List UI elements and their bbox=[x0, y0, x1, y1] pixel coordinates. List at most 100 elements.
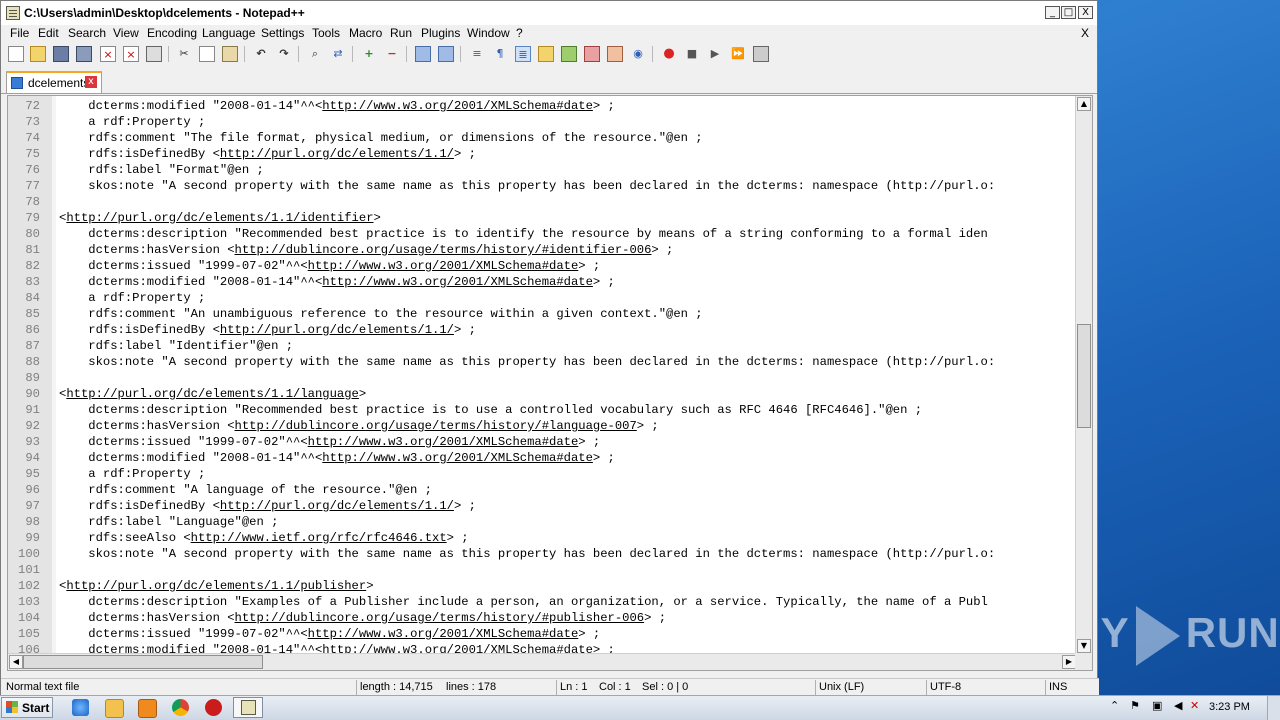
start-button[interactable]: Start bbox=[1, 697, 53, 718]
code-line[interactable]: 78 bbox=[8, 194, 1078, 210]
save-macro-icon[interactable] bbox=[753, 46, 769, 62]
code-line[interactable]: 103 dcterms:description "Examples of a P… bbox=[8, 594, 1078, 610]
code-line[interactable]: 87 rdfs:label "Identifier"@en ; bbox=[8, 338, 1078, 354]
code-line[interactable]: 83 dcterms:modified "2008-01-14"^^<http:… bbox=[8, 274, 1078, 290]
code-line[interactable]: 96 rdfs:comment "A language of the resou… bbox=[8, 482, 1078, 498]
code-line[interactable]: 85 rdfs:comment "An unambiguous referenc… bbox=[8, 306, 1078, 322]
code-line[interactable]: 84 a rdf:Property ; bbox=[8, 290, 1078, 306]
save-all-icon[interactable] bbox=[76, 46, 92, 62]
code-line[interactable]: 89 bbox=[8, 370, 1078, 386]
menu-language[interactable]: Language bbox=[202, 26, 255, 40]
record-macro-icon[interactable]: ● bbox=[661, 46, 677, 62]
hyperlink[interactable]: http://dublincore.org/usage/terms/histor… bbox=[235, 243, 652, 257]
document-map-icon[interactable] bbox=[561, 46, 577, 62]
run-macro-multiple-icon[interactable]: ⏩ bbox=[730, 46, 746, 62]
status-encoding[interactable]: UTF-8 bbox=[930, 681, 961, 693]
hyperlink[interactable]: http://purl.org/dc/elements/1.1/ bbox=[220, 323, 454, 337]
new-file-icon[interactable] bbox=[8, 46, 24, 62]
hyperlink[interactable]: http://www.w3.org/2001/XMLSchema#date bbox=[322, 451, 593, 465]
hyperlink[interactable]: http://www.w3.org/2001/XMLSchema#date bbox=[322, 275, 593, 289]
cut-icon[interactable]: ✂ bbox=[176, 46, 192, 62]
hyperlink[interactable]: http://dublincore.org/usage/terms/histor… bbox=[235, 419, 637, 433]
code-line[interactable]: 93 dcterms:issued "1999-07-02"^^<http://… bbox=[8, 434, 1078, 450]
code-line[interactable]: 75 rdfs:isDefinedBy <http://purl.org/dc/… bbox=[8, 146, 1078, 162]
hyperlink[interactable]: http://purl.org/dc/elements/1.1/publishe… bbox=[66, 579, 366, 593]
horizontal-scroll-thumb[interactable] bbox=[23, 655, 263, 669]
menu-run[interactable]: Run bbox=[390, 26, 412, 40]
notepadpp-taskbar-button[interactable] bbox=[233, 697, 263, 718]
copy-icon[interactable] bbox=[199, 46, 215, 62]
play-macro-icon[interactable]: ▶ bbox=[707, 46, 723, 62]
close-button[interactable]: X bbox=[1078, 6, 1093, 19]
menu-search[interactable]: Search bbox=[68, 26, 106, 40]
internet-explorer-icon[interactable] bbox=[72, 699, 89, 716]
paste-icon[interactable] bbox=[222, 46, 238, 62]
find-icon[interactable]: ⌕ bbox=[307, 46, 323, 62]
hyperlink[interactable]: http://purl.org/dc/elements/1.1/ bbox=[220, 499, 454, 513]
scroll-down-icon[interactable]: ▼ bbox=[1077, 639, 1091, 653]
code-line[interactable]: 105 dcterms:issued "1999-07-02"^^<http:/… bbox=[8, 626, 1078, 642]
code-line[interactable]: 99 rdfs:seeAlso <http://www.ietf.org/rfc… bbox=[8, 530, 1078, 546]
function-list-icon[interactable] bbox=[584, 46, 600, 62]
notepadpp-app-icon[interactable] bbox=[6, 6, 20, 20]
code-line[interactable]: 81 dcterms:hasVersion <http://dublincore… bbox=[8, 242, 1078, 258]
vertical-scroll-thumb[interactable] bbox=[1077, 324, 1091, 428]
document-close-button[interactable]: X bbox=[1081, 26, 1089, 40]
menu-plugins[interactable]: Plugins bbox=[421, 26, 460, 40]
menu-view[interactable]: View bbox=[113, 26, 139, 40]
code-line[interactable]: 72 dcterms:modified "2008-01-14"^^<http:… bbox=[8, 98, 1078, 114]
code-line[interactable]: 100 skos:note "A second property with th… bbox=[8, 546, 1078, 562]
zoom-out-icon[interactable]: − bbox=[384, 46, 400, 62]
hyperlink[interactable]: http://www.ietf.org/rfc/rfc4646.txt bbox=[191, 531, 447, 545]
folder-workspace-icon[interactable] bbox=[607, 46, 623, 62]
open-file-icon[interactable] bbox=[30, 46, 46, 62]
code-line[interactable]: 94 dcterms:modified "2008-01-14"^^<http:… bbox=[8, 450, 1078, 466]
hyperlink[interactable]: http://www.w3.org/2001/XMLSchema#date bbox=[308, 435, 579, 449]
undo-icon[interactable]: ↶ bbox=[253, 46, 269, 62]
code-line[interactable]: 92 dcterms:hasVersion <http://dublincore… bbox=[8, 418, 1078, 434]
maximize-button[interactable]: □ bbox=[1061, 6, 1076, 19]
code-line[interactable]: 76 rdfs:label "Format"@en ; bbox=[8, 162, 1078, 178]
media-player-icon[interactable] bbox=[138, 699, 157, 718]
hyperlink[interactable]: http://purl.org/dc/elements/1.1/language bbox=[66, 387, 359, 401]
horizontal-scrollbar[interactable]: ◀ ▶ bbox=[8, 653, 1077, 670]
word-wrap-icon[interactable]: ≡ bbox=[469, 46, 485, 62]
security-alert-icon[interactable]: ✕ bbox=[1190, 699, 1199, 712]
menu-tools[interactable]: Tools bbox=[312, 26, 340, 40]
action-center-flag-icon[interactable]: ⚑ bbox=[1130, 699, 1140, 712]
hyperlink[interactable]: http://www.w3.org/2001/XMLSchema#date bbox=[308, 627, 579, 641]
menu-file[interactable]: File bbox=[10, 26, 29, 40]
code-line[interactable]: 91 dcterms:description "Recommended best… bbox=[8, 402, 1078, 418]
menu-edit[interactable]: Edit bbox=[38, 26, 59, 40]
menu-settings[interactable]: Settings bbox=[261, 26, 304, 40]
sync-vertical-icon[interactable] bbox=[415, 46, 431, 62]
menu-help[interactable]: ? bbox=[516, 26, 523, 40]
close-all-icon[interactable]: × bbox=[123, 46, 139, 62]
code-line[interactable]: 104 dcterms:hasVersion <http://dublincor… bbox=[8, 610, 1078, 626]
menu-window[interactable]: Window bbox=[467, 26, 510, 40]
code-line[interactable]: 95 a rdf:Property ; bbox=[8, 466, 1078, 482]
scroll-right-icon[interactable]: ▶ bbox=[1062, 655, 1076, 669]
hyperlink[interactable]: http://www.w3.org/2001/XMLSchema#date bbox=[308, 259, 579, 273]
volume-icon[interactable]: ◀ bbox=[1174, 699, 1182, 712]
code-line[interactable]: 90 <http://purl.org/dc/elements/1.1/langu… bbox=[8, 386, 1078, 402]
menu-encoding[interactable]: Encoding bbox=[147, 26, 197, 40]
tray-expand-icon[interactable]: ⌃ bbox=[1110, 699, 1119, 712]
user-language-icon[interactable] bbox=[538, 46, 554, 62]
chrome-icon[interactable] bbox=[172, 699, 189, 716]
save-icon[interactable] bbox=[53, 46, 69, 62]
indent-guide-icon[interactable]: ≣ bbox=[515, 46, 531, 62]
close-file-icon[interactable]: × bbox=[100, 46, 116, 62]
show-all-chars-icon[interactable]: ¶ bbox=[492, 46, 508, 62]
code-line[interactable]: 98 rdfs:label "Language"@en ; bbox=[8, 514, 1078, 530]
code-line[interactable]: 82 dcterms:issued "1999-07-02"^^<http://… bbox=[8, 258, 1078, 274]
vertical-scrollbar[interactable]: ▲ ▼ bbox=[1075, 96, 1092, 654]
code-line[interactable]: 86 rdfs:isDefinedBy <http://purl.org/dc/… bbox=[8, 322, 1078, 338]
code-line[interactable]: 97 rdfs:isDefinedBy <http://purl.org/dc/… bbox=[8, 498, 1078, 514]
hyperlink[interactable]: http://purl.org/dc/elements/1.1/identifi… bbox=[66, 211, 373, 225]
redo-icon[interactable]: ↷ bbox=[276, 46, 292, 62]
hyperlink[interactable]: http://purl.org/dc/elements/1.1/ bbox=[220, 147, 454, 161]
editor-area[interactable]: 72 dcterms:modified "2008-01-14"^^<http:… bbox=[7, 95, 1093, 671]
tab-dcelements[interactable]: dcelements x bbox=[6, 71, 102, 93]
minimize-button[interactable]: _ bbox=[1045, 6, 1060, 19]
